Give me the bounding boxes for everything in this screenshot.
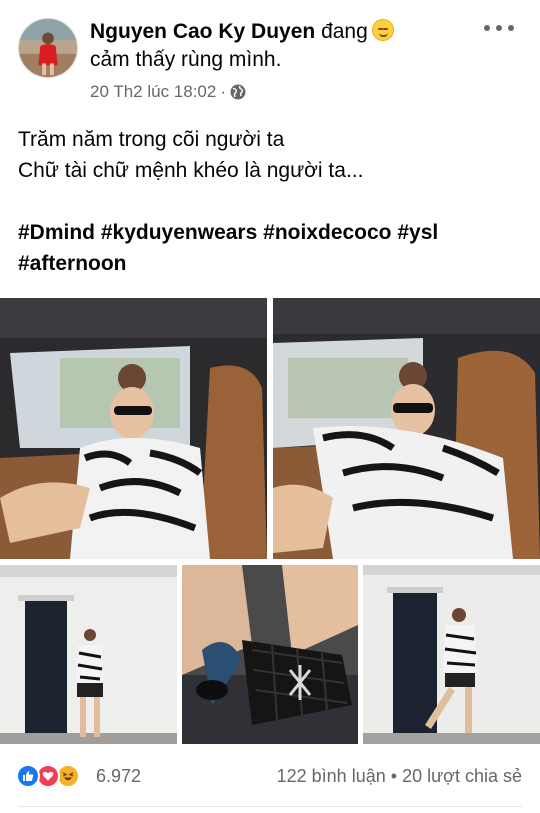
post-header: Nguyen Cao Ky Duyen đang cảm thấy rùng m… bbox=[0, 0, 540, 112]
hashtag-link[interactable]: #Dmind bbox=[18, 221, 95, 244]
feeling-verb: đang bbox=[321, 20, 368, 43]
hashtag-link[interactable]: #kyduyenwears bbox=[101, 221, 257, 244]
author-name[interactable]: Nguyen Cao Ky Duyen bbox=[90, 20, 315, 43]
post-body: Trăm năm trong cõi người ta Chữ tài chữ … bbox=[18, 124, 528, 279]
reactions-bar: 6.972 122 bình luận • 20 lượt chia sẻ bbox=[0, 760, 540, 794]
hashtag-link[interactable]: #afternoon bbox=[18, 252, 127, 275]
reaction-count[interactable]: 6.972 bbox=[96, 766, 141, 787]
photo-car-seat-2[interactable] bbox=[273, 298, 540, 559]
post-text-line: Chữ tài chữ mệnh khéo là người ta... bbox=[18, 159, 364, 182]
feeling-text[interactable]: cảm thấy rùng mình. bbox=[90, 48, 281, 71]
photo-grid bbox=[0, 298, 540, 744]
more-options-icon[interactable] bbox=[484, 18, 514, 38]
like-reaction-icon bbox=[16, 764, 40, 788]
photo-wall-right[interactable] bbox=[363, 565, 540, 744]
photo-car-seat[interactable] bbox=[0, 298, 267, 559]
comment-share-summary: 122 bình luận • 20 lượt chia sẻ bbox=[277, 766, 522, 787]
share-count[interactable]: 20 lượt chia sẻ bbox=[402, 766, 522, 786]
timestamp[interactable]: 20 Th2 lúc 18:02 bbox=[90, 82, 216, 102]
author-line: Nguyen Cao Ky Duyen đang cảm thấy rùng m… bbox=[90, 18, 470, 74]
hashtag-link[interactable]: #ysl bbox=[397, 221, 438, 244]
summary-separator: • bbox=[390, 766, 398, 786]
meta-separator: · bbox=[220, 82, 227, 101]
hashtag-list: #Dmind #kyduyenwears #noixdecoco #ysl #a… bbox=[18, 217, 528, 279]
divider bbox=[18, 806, 522, 807]
relieved-emoji-icon bbox=[371, 19, 394, 41]
photo-wall-left[interactable] bbox=[0, 565, 177, 744]
photo-ysl-bag[interactable] bbox=[182, 565, 358, 744]
reaction-icons[interactable] bbox=[16, 764, 80, 788]
globe-icon[interactable] bbox=[230, 84, 246, 100]
avatar[interactable] bbox=[18, 18, 78, 78]
hashtag-link[interactable]: #noixdecoco bbox=[263, 221, 391, 244]
avatar-image bbox=[19, 19, 77, 77]
post-meta: 20 Th2 lúc 18:02 · bbox=[90, 82, 246, 102]
comment-count[interactable]: 122 bình luận bbox=[277, 766, 386, 786]
post-text-line: Trăm năm trong cõi người ta bbox=[18, 128, 285, 151]
